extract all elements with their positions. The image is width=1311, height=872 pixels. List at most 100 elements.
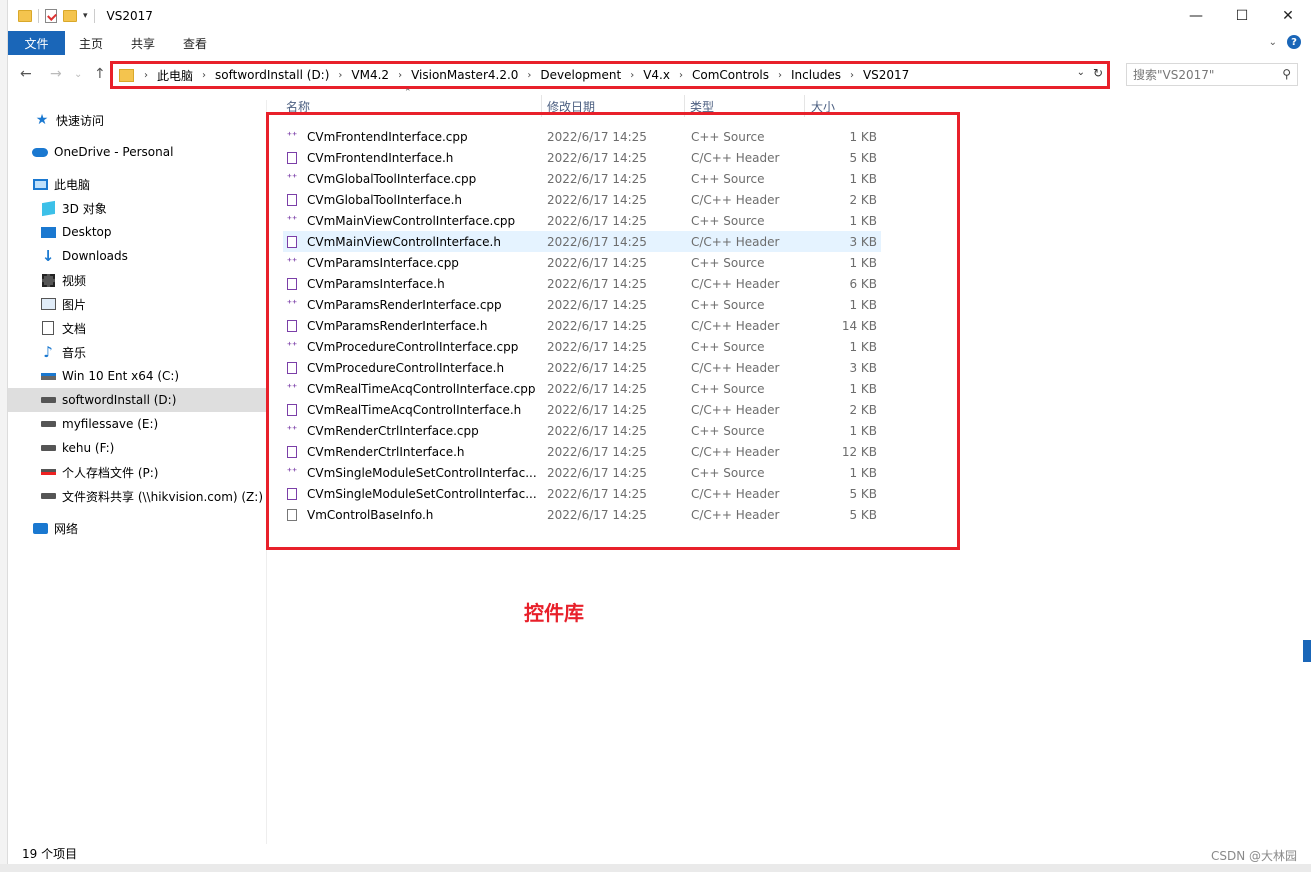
file-name-cell[interactable]: CVmProcedureControlInterface.h [283,361,543,375]
file-row[interactable]: CVmRenderCtrlInterface.h 2022/6/17 14:25 C… [283,441,881,462]
file-name-cell[interactable]: ⁺⁺ CVmSingleModuleSetControlInterfac... [283,466,543,480]
file-name-cell[interactable]: CVmRealTimeAcqControlInterface.h [283,403,543,417]
file-row[interactable]: ⁺⁺ CVmRenderCtrlInterface.cpp 2022/6/17 14… [283,420,881,441]
header-file-icon [287,487,297,500]
maximize-button[interactable]: ☐ [1219,0,1265,31]
file-name-cell[interactable]: CVmParamsRenderInterface.h [283,319,543,333]
expand-ribbon-icon[interactable]: ⌄ [1269,37,1277,48]
sidebar-item-drive-z[interactable]: 文件资料共享 (\\hikvision.com) (Z:) [8,484,266,508]
file-row[interactable]: CVmMainViewControlInterface.h 2022/6/17 1… [283,231,881,252]
file-row[interactable]: ⁺⁺ CVmFrontendInterface.cpp 2022/6/17 14:2… [283,126,881,147]
tab-share[interactable]: 共享 [117,31,169,55]
sidebar-item-onedrive[interactable]: OneDrive - Personal [8,140,266,164]
breadcrumb-drive-d[interactable]: softwordInstall (D:) [215,68,329,82]
back-button[interactable]: ← [20,66,32,82]
file-name-cell[interactable]: ⁺⁺ CVmProcedureControlInterface.cpp [283,340,543,354]
file-row[interactable]: ⁺⁺ CVmProcedureControlInterface.cpp 2022/6… [283,336,881,357]
chevron-right-icon[interactable]: › [778,70,782,81]
breadcrumb-vs2017[interactable]: VS2017 [863,68,909,82]
chevron-right-icon[interactable]: › [527,70,531,81]
file-row[interactable]: ⁺⁺ CVmMainViewControlInterface.cpp 2022/6/… [283,210,881,231]
chevron-down-icon[interactable]: ⌄ [1077,67,1085,78]
breadcrumb-comcontrols[interactable]: ComControls [692,68,769,82]
file-row[interactable]: VmControlBaseInfo.h 2022/6/17 14:25 C/C++ … [283,504,881,525]
sidebar-item-3d-objects[interactable]: 3D 对象 [8,196,266,220]
tab-view[interactable]: 查看 [169,31,221,55]
file-name-cell[interactable]: CVmParamsInterface.h [283,277,543,291]
file-name-cell[interactable]: CVmGlobalToolInterface.h [283,193,543,207]
file-name-cell[interactable]: ⁺⁺ CVmMainViewControlInterface.cpp [283,214,543,228]
file-row[interactable]: CVmParamsInterface.h 2022/6/17 14:25 C/C++… [283,273,881,294]
file-name-cell[interactable]: ⁺⁺ CVmGlobalToolInterface.cpp [283,172,543,186]
sidebar-item-music[interactable]: ♪ 音乐 [8,340,266,364]
sidebar-item-label: OneDrive - Personal [54,145,174,159]
breadcrumb-includes[interactable]: Includes [791,68,841,82]
file-name-cell[interactable]: CVmFrontendInterface.h [283,151,543,165]
sidebar-item-drive-d[interactable]: softwordInstall (D:) [8,388,266,412]
breadcrumb-development[interactable]: Development [540,68,621,82]
forward-button[interactable]: → [50,66,62,82]
chevron-right-icon[interactable]: › [850,70,854,81]
up-button[interactable]: ↑ [94,66,106,82]
customize-toolbar-icon[interactable]: ▾ [83,11,88,21]
file-name-cell[interactable]: VmControlBaseInfo.h [283,508,543,522]
tab-file[interactable]: 文件 [8,31,65,55]
sidebar-item-drive-e[interactable]: myfilessave (E:) [8,412,266,436]
breadcrumb: › 此电脑 › softwordInstall (D:) › VM4.2 › V… [113,64,1107,86]
file-row[interactable]: ⁺⁺ CVmParamsInterface.cpp 2022/6/17 14:25 C… [283,252,881,273]
breadcrumb-vm42[interactable]: VM4.2 [351,68,389,82]
recent-locations-icon[interactable]: ⌄ [74,69,82,80]
help-icon[interactable]: ? [1287,35,1301,49]
sidebar-item-label: kehu (F:) [62,441,115,455]
file-name-cell[interactable]: CVmRenderCtrlInterface.h [283,445,543,459]
file-name-cell[interactable]: ⁺⁺ CVmFrontendInterface.cpp [283,130,543,144]
address-bar[interactable]: › 此电脑 › softwordInstall (D:) › VM4.2 › V… [110,61,1110,89]
chevron-right-icon[interactable]: › [338,70,342,81]
properties-icon[interactable] [45,8,57,23]
tab-home[interactable]: 主页 [65,31,117,55]
chevron-right-icon[interactable]: › [144,70,148,81]
sidebar-item-pictures[interactable]: 图片 [8,292,266,316]
refresh-icon[interactable]: ↻ [1093,66,1103,80]
chevron-right-icon[interactable]: › [202,70,206,81]
breadcrumb-visionmaster[interactable]: VisionMaster4.2.0 [411,68,518,82]
sidebar-item-this-pc[interactable]: 此电脑 [8,172,266,196]
sidebar-item-desktop[interactable]: Desktop [8,220,266,244]
sidebar-item-quick-access[interactable]: ★ 快速访问 [8,108,266,132]
chevron-right-icon[interactable]: › [398,70,402,81]
file-row[interactable]: CVmGlobalToolInterface.h 2022/6/17 14:25 C… [283,189,881,210]
sidebar-item-downloads[interactable]: ↓ Downloads [8,244,266,268]
file-row[interactable]: ⁺⁺ CVmGlobalToolInterface.cpp 2022/6/17 14… [283,168,881,189]
search-icon[interactable]: ⚲ [1282,67,1291,81]
file-name-cell[interactable]: CVmSingleModuleSetControlInterfac... [283,487,543,501]
minimize-button[interactable]: — [1173,0,1219,31]
file-name-cell[interactable]: CVmMainViewControlInterface.h [283,235,543,249]
new-folder-icon[interactable] [63,9,77,22]
breadcrumb-this-pc[interactable]: 此电脑 [157,67,193,84]
search-input[interactable]: 搜索"VS2017" ⚲ [1126,63,1298,86]
sidebar-item-drive-p[interactable]: 个人存档文件 (P:) [8,460,266,484]
file-name: VmControlBaseInfo.h [307,507,434,522]
file-row[interactable]: CVmProcedureControlInterface.h 2022/6/17 … [283,357,881,378]
sidebar-item-network[interactable]: 网络 [8,516,266,540]
close-button[interactable]: ✕ [1265,0,1311,31]
file-row[interactable]: CVmSingleModuleSetControlInterfac... 2022… [283,483,881,504]
file-name-cell[interactable]: ⁺⁺ CVmParamsInterface.cpp [283,256,543,270]
sidebar-item-videos[interactable]: 视频 [8,268,266,292]
sidebar-item-documents[interactable]: 文档 [8,316,266,340]
file-name-cell[interactable]: ⁺⁺ CVmRealTimeAcqControlInterface.cpp [283,382,543,396]
chevron-right-icon[interactable]: › [679,70,683,81]
file-name-cell[interactable]: ⁺⁺ CVmParamsRenderInterface.cpp [283,298,543,312]
file-row[interactable]: CVmParamsRenderInterface.h 2022/6/17 14:2… [283,315,881,336]
file-row[interactable]: CVmRealTimeAcqControlInterface.h 2022/6/1… [283,399,881,420]
file-date: 2022/6/17 14:25 [547,507,647,522]
sidebar-item-drive-c[interactable]: Win 10 Ent x64 (C:) [8,364,266,388]
file-row[interactable]: CVmFrontendInterface.h 2022/6/17 14:25 C/C… [283,147,881,168]
breadcrumb-v4x[interactable]: V4.x [643,68,670,82]
file-name-cell[interactable]: ⁺⁺ CVmRenderCtrlInterface.cpp [283,424,543,438]
file-row[interactable]: ⁺⁺ CVmRealTimeAcqControlInterface.cpp 2022… [283,378,881,399]
chevron-right-icon[interactable]: › [630,70,634,81]
sidebar-item-drive-f[interactable]: kehu (F:) [8,436,266,460]
file-row[interactable]: ⁺⁺ CVmSingleModuleSetControlInterfac... 20… [283,462,881,483]
file-row[interactable]: ⁺⁺ CVmParamsRenderInterface.cpp 2022/6/17 … [283,294,881,315]
